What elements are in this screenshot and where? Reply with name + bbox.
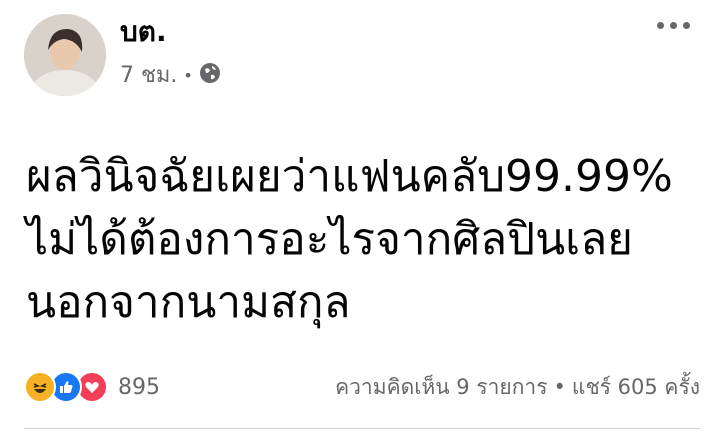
meta-separator: •	[183, 65, 193, 85]
shares-count-link[interactable]: แชร์ 605 ครั้ง	[572, 371, 700, 404]
post-text-line: นอกจากนามสกุล	[26, 277, 351, 328]
divider	[24, 428, 700, 429]
post-text-line: ผลวินิจฉัยเผยว่าแฟนคลับ99.99%	[26, 151, 673, 202]
dot-icon	[657, 22, 664, 29]
post-text-line: ไม่ได้ต้องการอะไรจากศิลปินเลย	[26, 214, 633, 265]
stats-separator: •	[553, 375, 566, 399]
reaction-count: 895	[118, 374, 160, 400]
post-content: ผลวินิจฉัยเผยว่าแฟนคลับ99.99% ไม่ได้ต้อง…	[26, 145, 696, 334]
author-name[interactable]: บต.	[120, 18, 167, 46]
more-options-button[interactable]	[657, 22, 690, 29]
post-meta: 7 ชม. •	[120, 62, 221, 89]
post-footer: 895 ความคิดเห็น 9 รายการ • แชร์ 605 ครั้…	[24, 370, 700, 404]
post-time[interactable]: 7 ชม.	[120, 64, 177, 87]
engagement-stats: ความคิดเห็น 9 รายการ • แชร์ 605 ครั้ง	[335, 371, 700, 404]
haha-icon	[24, 371, 56, 403]
dot-icon	[683, 22, 690, 29]
avatar[interactable]	[24, 14, 106, 96]
reactions-summary[interactable]: 895	[24, 371, 160, 403]
globe-icon[interactable]	[199, 62, 221, 89]
dot-icon	[670, 22, 677, 29]
comments-count-link[interactable]: ความคิดเห็น 9 รายการ	[335, 371, 547, 404]
post-card: บต. 7 ชม. • ผลวินิจฉัยเผยว่าแฟนคลับ99.99…	[0, 0, 720, 437]
